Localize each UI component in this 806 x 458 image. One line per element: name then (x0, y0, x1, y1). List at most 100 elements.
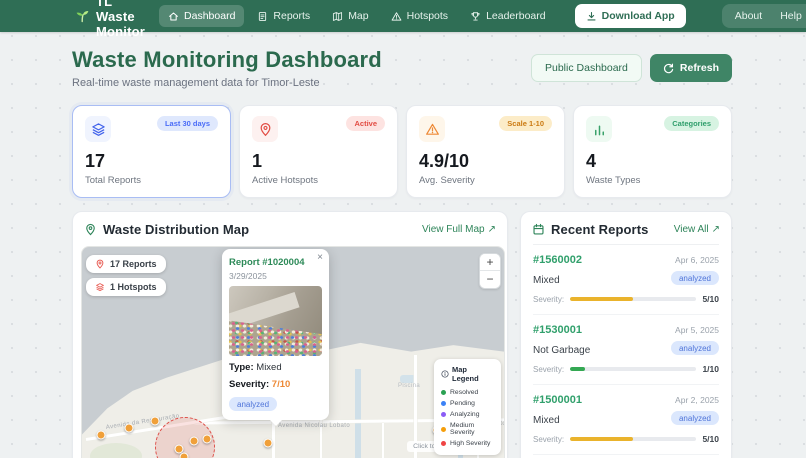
pin-icon (95, 259, 105, 269)
stat-label: Active Hotspots (252, 175, 385, 186)
legend-item: Medium Severity (441, 420, 495, 438)
stats-row: Last 30 days 17 Total Reports Active 1 A… (72, 105, 732, 198)
stat-value: 4 (586, 151, 719, 172)
info-icon (441, 370, 449, 378)
nav-item-dashboard[interactable]: Dashboard (159, 5, 244, 27)
zoom-out-button[interactable]: − (480, 271, 500, 288)
page-content: Waste Monitoring Dashboard Real-time was… (0, 32, 806, 458)
map-panel: Waste Distribution Map View Full Map ↗ (72, 211, 508, 458)
report-marker[interactable] (151, 417, 160, 426)
report-marker[interactable] (180, 453, 189, 458)
report-marker[interactable] (264, 439, 273, 448)
view-full-map-link[interactable]: View Full Map ↗ (422, 224, 496, 235)
severity-row: Severity: 1/10 (533, 364, 719, 374)
stat-value: 17 (85, 151, 218, 172)
stat-badge: Scale 1-10 (499, 116, 552, 131)
stat-value: 4.9/10 (419, 151, 552, 172)
map-icon (332, 11, 343, 22)
stat-label: Waste Types (586, 175, 719, 186)
stat-label: Total Reports (85, 175, 218, 186)
report-marker[interactable] (125, 424, 134, 433)
alert-triangle-icon (391, 11, 402, 22)
warning-triangle-icon (419, 116, 445, 142)
popup-severity-row: Severity: 7/10 (229, 379, 322, 390)
stat-badge: Categories (664, 116, 719, 131)
report-marker[interactable] (190, 437, 199, 446)
waste-distribution-map[interactable]: Avenida Nicolau Lobato Avenida Nicolau L… (81, 246, 505, 458)
hero-actions: Public Dashboard Refresh (531, 54, 732, 82)
nav-item-leaderboard[interactable]: Leaderboard (461, 5, 555, 27)
bar-chart-icon (586, 116, 612, 142)
app-title: TL Waste Monitor (96, 0, 145, 39)
severity-bar (570, 297, 696, 301)
legend-item: Resolved (441, 387, 495, 398)
report-type: Not Garbage (533, 345, 590, 356)
legend-item: Analyzing (441, 409, 495, 420)
page-subtitle: Real-time waste management data for Timo… (72, 77, 382, 89)
report-list: #1560002 Apr 6, 2025 Mixed analyzed Seve… (533, 244, 719, 458)
refresh-icon (663, 63, 674, 74)
report-list-item[interactable]: #1530001 Apr 5, 2025 Not Garbage analyze… (533, 315, 719, 385)
legend-item: Pending (441, 398, 495, 409)
reports-panel-header: Recent Reports View All ↗ (521, 212, 731, 244)
status-badge: analyzed (671, 271, 719, 285)
home-icon (168, 11, 179, 22)
legend-title: Map Legend (452, 365, 495, 383)
panels-row: Waste Distribution Map View Full Map ↗ (72, 211, 732, 458)
map-pin-icon (84, 223, 97, 236)
stat-card-total-reports[interactable]: Last 30 days 17 Total Reports (72, 105, 231, 198)
external-link-icon: ↗ (712, 224, 720, 235)
nav-item-hotspots[interactable]: Hotspots (382, 5, 457, 27)
popup-report-date: 3/29/2025 (229, 271, 322, 281)
popup-report-id: Report #1020004 (229, 257, 322, 268)
brand: TL Waste Monitor (74, 0, 145, 39)
nav-item-reports[interactable]: Reports (248, 5, 319, 27)
hero-text: Waste Monitoring Dashboard Real-time was… (72, 47, 382, 89)
main-nav: Dashboard Reports Map Hotspots Leaderboa… (159, 5, 555, 27)
document-icon (257, 11, 268, 22)
report-list-item[interactable]: #1560002 Apr 6, 2025 Mixed analyzed Seve… (533, 245, 719, 315)
status-badge: analyzed (671, 411, 719, 425)
hero-section: Waste Monitoring Dashboard Real-time was… (72, 47, 732, 89)
stat-badge: Active (346, 116, 385, 131)
map-zoom-controls: + − (479, 253, 501, 289)
download-app-button[interactable]: Download App (575, 4, 686, 28)
map-reports-count-badge: 17 Reports (86, 255, 166, 273)
severity-row: Severity: 5/10 (533, 294, 719, 304)
close-icon[interactable]: × (317, 252, 323, 263)
recent-reports-panel: Recent Reports View All ↗ #1560002 Apr 6… (520, 211, 732, 458)
severity-bar (570, 367, 696, 371)
stat-card-avg-severity[interactable]: Scale 1-10 4.9/10 Avg. Severity (406, 105, 565, 198)
report-popup: × Report #1020004 3/29/2025 Type: Mixed … (222, 249, 329, 420)
public-dashboard-button[interactable]: Public Dashboard (531, 54, 642, 82)
nav-item-help[interactable]: Help (771, 6, 806, 26)
road-label: Avenida Nicolau Lobato (278, 423, 350, 429)
stat-card-waste-types[interactable]: Categories 4 Waste Types (573, 105, 732, 198)
layers-icon (85, 116, 111, 142)
refresh-button[interactable]: Refresh (650, 54, 732, 82)
report-photo (229, 286, 322, 356)
nav-item-about[interactable]: About (726, 6, 771, 26)
view-all-link[interactable]: View All ↗ (674, 224, 720, 235)
seedling-logo-icon (74, 8, 90, 24)
report-marker[interactable] (203, 435, 212, 444)
severity-bar (570, 437, 696, 441)
report-date: Apr 6, 2025 (675, 255, 719, 265)
report-marker[interactable] (97, 431, 106, 440)
secondary-nav: About Help (722, 4, 806, 28)
report-id: #1560002 (533, 254, 582, 266)
download-icon (586, 11, 597, 22)
map-panel-header: Waste Distribution Map View Full Map ↗ (73, 212, 507, 244)
calendar-icon (532, 223, 545, 236)
severity-value: 5/10 (702, 434, 719, 444)
report-list-item[interactable]: #1500001 Apr 2, 2025 Mixed analyzed Seve… (533, 385, 719, 455)
status-badge: analyzed (229, 397, 277, 411)
stat-card-active-hotspots[interactable]: Active 1 Active Hotspots (239, 105, 398, 198)
nav-item-map[interactable]: Map (323, 5, 377, 27)
report-type: Mixed (533, 415, 560, 426)
severity-row: Severity: 5/10 (533, 434, 719, 444)
stat-badge: Last 30 days (157, 116, 218, 131)
map-park-area (90, 443, 142, 458)
legend-item: High Severity (441, 438, 495, 449)
zoom-in-button[interactable]: + (480, 254, 500, 271)
